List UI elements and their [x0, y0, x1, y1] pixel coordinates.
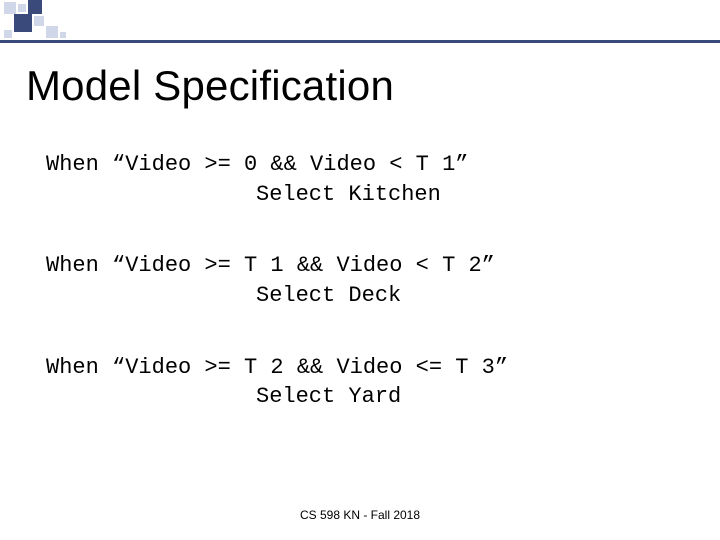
rule-condition: When “Video >= 0 && Video < T 1” — [46, 150, 680, 180]
rule-action: Select Deck — [46, 281, 680, 311]
corner-decoration — [0, 0, 140, 42]
rule-block: When “Video >= T 2 && Video <= T 3” Sele… — [46, 353, 680, 412]
rule-action: Select Kitchen — [46, 180, 680, 210]
rule-condition: When “Video >= T 2 && Video <= T 3” — [46, 353, 680, 383]
page-title: Model Specification — [26, 62, 394, 110]
footer-text: CS 598 KN - Fall 2018 — [0, 508, 720, 522]
rule-condition: When “Video >= T 1 && Video < T 2” — [46, 251, 680, 281]
rule-action: Select Yard — [46, 382, 680, 412]
rule-block: When “Video >= 0 && Video < T 1” Select … — [46, 150, 680, 209]
rules-content: When “Video >= 0 && Video < T 1” Select … — [46, 150, 680, 454]
rule-block: When “Video >= T 1 && Video < T 2” Selec… — [46, 251, 680, 310]
top-rule — [0, 40, 720, 43]
